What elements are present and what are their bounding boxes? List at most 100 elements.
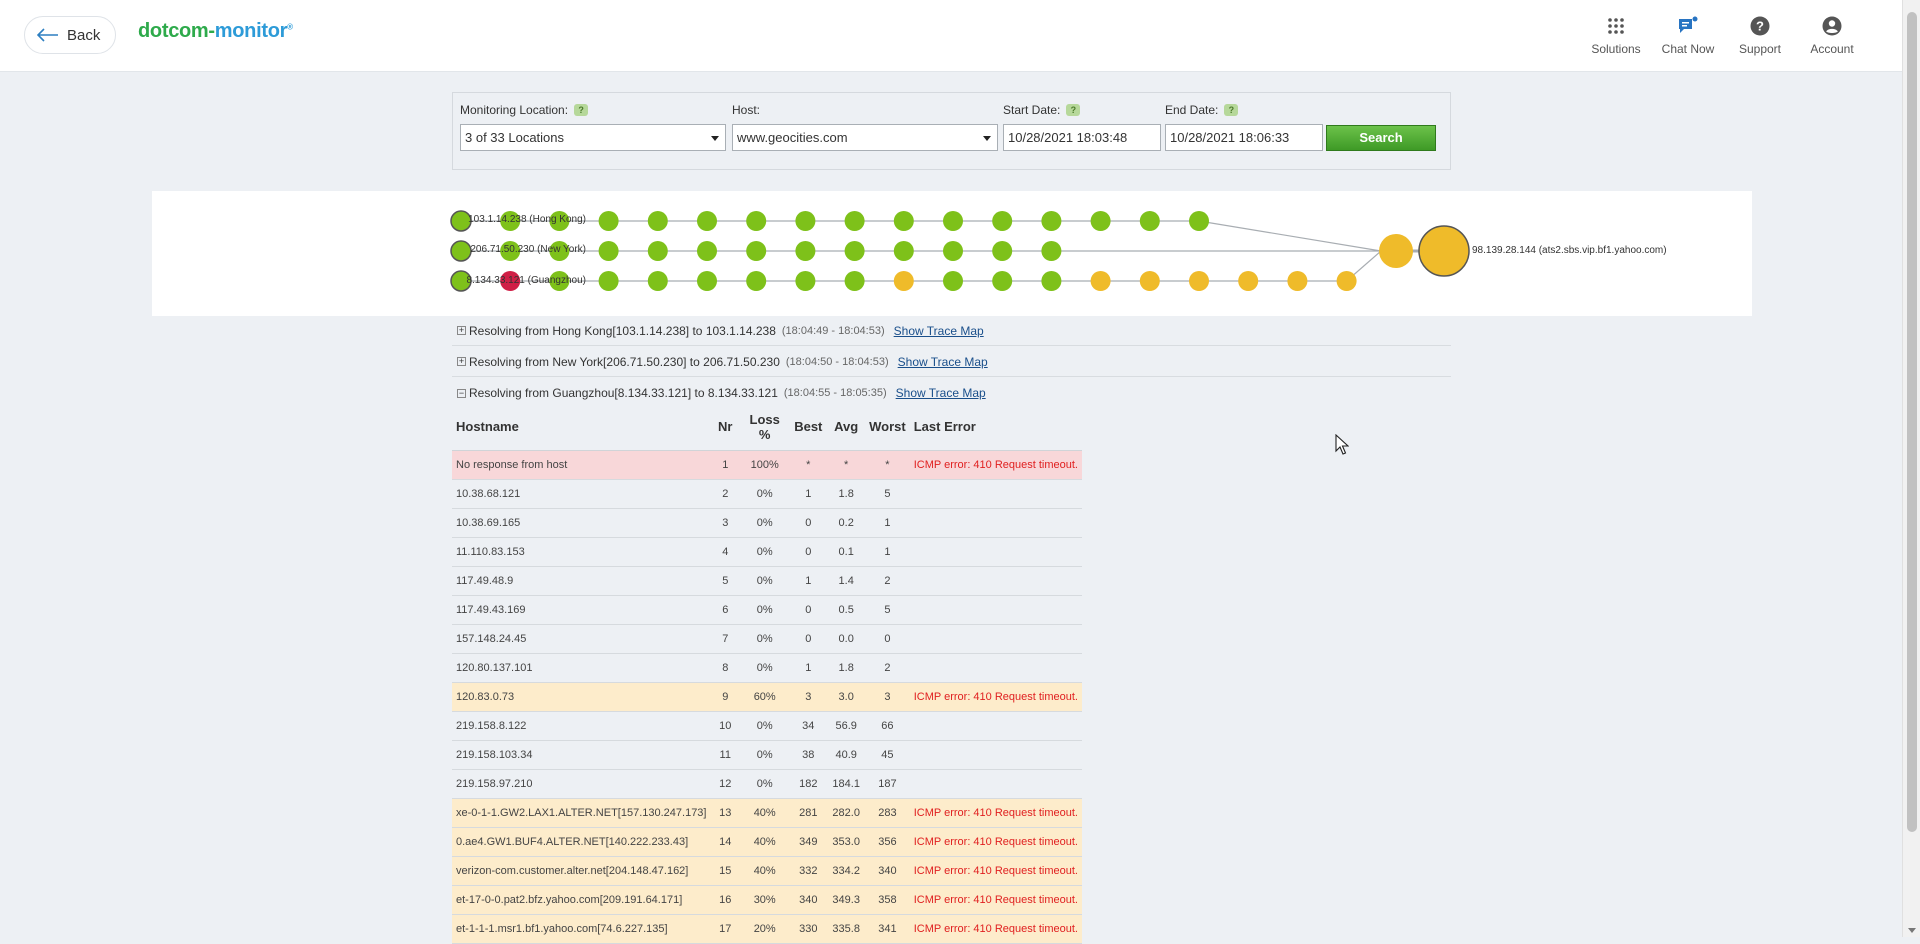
table-row[interactable]: 10.38.68.121 2 0% 1 1.8 5: [452, 479, 1082, 509]
expand-toggle[interactable]: +: [457, 357, 466, 366]
nav-account[interactable]: Account: [1796, 14, 1868, 56]
col-best[interactable]: Best: [789, 404, 828, 451]
col-avg[interactable]: Avg: [827, 404, 866, 451]
cell-loss: 0%: [740, 711, 790, 741]
hop-node: [844, 211, 865, 231]
cell-best: 0: [789, 508, 828, 538]
cell-best: 0: [789, 595, 828, 625]
end-date-input[interactable]: 10/28/2021 18:06:33: [1165, 124, 1323, 151]
table-row[interactable]: 120.80.137.101 8 0% 1 1.8 2: [452, 653, 1082, 683]
cell-avg: 335.8: [827, 914, 866, 944]
table-row[interactable]: 117.49.43.169 6 0% 0 0.5 5: [452, 595, 1082, 625]
route-connector: [1198, 220, 1382, 252]
help-icon[interactable]: ?: [1224, 104, 1239, 116]
table-row[interactable]: 219.158.8.122 10 0% 34 56.9 66: [452, 711, 1082, 741]
top-nav: Solutions Chat Now ? Support Account: [1580, 14, 1868, 56]
cell-avg: 56.9: [827, 711, 866, 741]
cell-loss: 0%: [740, 769, 790, 799]
cell-last-error: [909, 711, 1082, 741]
table-row[interactable]: 219.158.97.210 12 0% 182 184.1 187: [452, 769, 1082, 799]
monitoring-location-label: Monitoring Location: ?: [460, 103, 589, 117]
resolve-time: (18:04:49 - 18:04:53): [781, 324, 885, 337]
dropdown-arrow-icon: [711, 136, 719, 141]
col-last-error[interactable]: Last Error: [909, 404, 1082, 451]
show-trace-map-link[interactable]: Show Trace Map: [896, 386, 986, 400]
table-row[interactable]: 10.38.69.165 3 0% 0 0.2 1: [452, 508, 1082, 538]
cell-avg: 0.2: [827, 508, 866, 538]
logo[interactable]: dotcom-monitor®: [138, 20, 293, 43]
hop-node: [992, 271, 1013, 291]
table-row[interactable]: verizon-com.customer.alter.net[204.148.4…: [452, 856, 1082, 886]
col-hostname[interactable]: Hostname: [452, 404, 711, 451]
hop-node: [795, 241, 816, 261]
host-select[interactable]: www.geocities.com: [732, 124, 998, 151]
resolve-time: (18:04:50 - 18:04:53): [785, 355, 889, 368]
table-row[interactable]: 11.110.83.153 4 0% 0 0.1 1: [452, 537, 1082, 567]
cell-last-error: [909, 479, 1082, 509]
search-button[interactable]: Search: [1326, 125, 1436, 151]
cell-last-error: [909, 566, 1082, 596]
hop-node: [893, 241, 914, 261]
cell-worst: 0: [865, 624, 910, 654]
col-loss[interactable]: Loss %: [740, 404, 790, 451]
cell-loss: 40%: [740, 856, 790, 886]
scroll-down-icon[interactable]: [1908, 928, 1916, 933]
expand-toggle[interactable]: +: [457, 326, 466, 335]
cell-nr: 4: [710, 537, 741, 567]
cell-loss: 0%: [740, 508, 790, 538]
col-nr[interactable]: Nr: [710, 404, 741, 451]
start-date-input[interactable]: 10/28/2021 18:03:48: [1003, 124, 1161, 151]
filter-panel: Monitoring Location: ? 3 of 33 Locations…: [452, 92, 1451, 170]
table-row[interactable]: 117.49.48.9 5 0% 1 1.4 2: [452, 566, 1082, 596]
table-row[interactable]: xe-0-1-1.GW2.LAX1.ALTER.NET[157.130.247.…: [452, 798, 1082, 828]
cell-best: 38: [789, 740, 828, 770]
help-icon[interactable]: ?: [574, 104, 589, 116]
cell-worst: 1: [865, 537, 910, 567]
cell-hostname: 10.38.69.165: [452, 508, 711, 538]
help-icon[interactable]: ?: [1066, 104, 1081, 116]
show-trace-map-link[interactable]: Show Trace Map: [898, 355, 988, 369]
table-row[interactable]: et-1-1-1.msr1.bf1.yahoo.com[74.6.227.135…: [452, 914, 1082, 944]
table-row[interactable]: 157.148.24.45 7 0% 0 0.0 0: [452, 624, 1082, 654]
hop-node: [893, 271, 914, 291]
cell-avg: 1.8: [827, 653, 866, 683]
resolve-row-hong-kong: + Resolving from Hong Kong[103.1.14.238]…: [452, 316, 1451, 346]
cell-best: 0: [789, 624, 828, 654]
cell-hostname: 219.158.97.210: [452, 769, 711, 799]
table-row[interactable]: No response from host 1 100% * * * ICMP error:…: [452, 450, 1082, 480]
hop-node: [1041, 241, 1062, 261]
show-trace-map-link[interactable]: Show Trace Map: [894, 324, 984, 338]
monitoring-location-select[interactable]: 3 of 33 Locations: [460, 124, 726, 151]
cell-nr: 9: [710, 682, 741, 712]
cell-loss: 40%: [740, 798, 790, 828]
hop-node: [1139, 271, 1160, 291]
hop-node: [746, 211, 767, 231]
cell-worst: 187: [865, 769, 910, 799]
cell-last-error: ICMP error: 410 Request timeout.: [909, 914, 1082, 944]
nav-support[interactable]: ? Support: [1724, 14, 1796, 56]
nav-chat-now[interactable]: Chat Now: [1652, 14, 1724, 56]
hop-node: [598, 211, 619, 231]
scrollbar-thumb[interactable]: [1907, 12, 1917, 832]
table-row[interactable]: 0.ae4.GW1.BUF4.ALTER.NET[140.222.233.43]…: [452, 827, 1082, 857]
trace-table: Hostname Nr Loss % Best Avg Worst Last E…: [452, 404, 1082, 944]
cell-last-error: [909, 624, 1082, 654]
table-row[interactable]: et-17-0-0.pat2.bfz.yahoo.com[209.191.64.…: [452, 885, 1082, 915]
cell-loss: 0%: [740, 653, 790, 683]
cell-last-error: [909, 769, 1082, 799]
cell-last-error: ICMP error: 410 Request timeout.: [909, 682, 1082, 712]
cell-hostname: No response from host: [452, 450, 711, 480]
col-worst[interactable]: Worst: [865, 404, 910, 451]
resolve-time: (18:04:55 - 18:05:35): [783, 387, 887, 399]
back-button[interactable]: Back: [24, 16, 116, 54]
table-row[interactable]: 120.83.0.73 9 60% 3 3.0 3 ICMP error: 410 Requ…: [452, 682, 1082, 712]
vertical-scrollbar[interactable]: [1902, 0, 1920, 937]
start-date-label: Start Date: ?: [1003, 103, 1081, 117]
collapse-toggle[interactable]: −: [457, 388, 466, 398]
nav-solutions[interactable]: Solutions: [1580, 14, 1652, 56]
table-row[interactable]: 219.158.103.34 11 0% 38 40.9 45: [452, 740, 1082, 770]
destination-node: [1418, 225, 1470, 277]
cell-worst: 1: [865, 508, 910, 538]
hop-node: [1041, 271, 1062, 291]
route-label-new-york: 206.71.50.230 (New York): [470, 244, 586, 255]
